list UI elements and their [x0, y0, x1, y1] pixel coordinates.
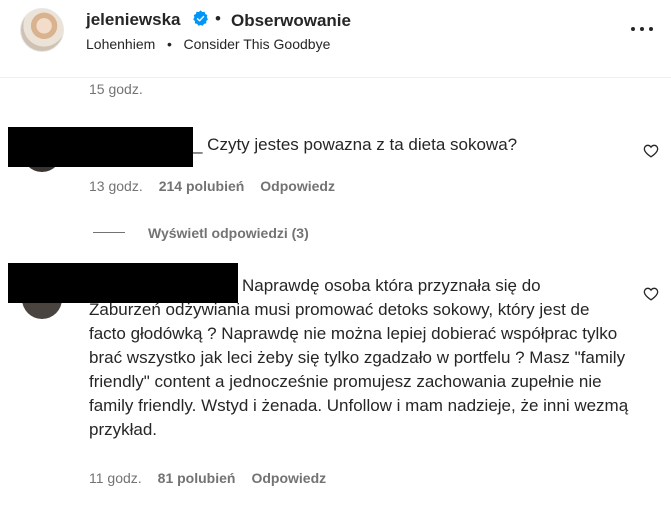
profile-avatar[interactable] [20, 8, 64, 52]
previous-comment-meta: 15 godz. [89, 81, 143, 97]
heart-icon[interactable] [643, 286, 659, 302]
redacted-username [8, 263, 238, 303]
header-username[interactable]: jeleniewska [86, 10, 181, 30]
audio-separator: • [166, 36, 172, 52]
post-header: jeleniewska • Obserwowanie Lohenhiem • C… [0, 0, 671, 78]
audio-info[interactable]: Lohenhiem • Consider This Goodbye [86, 36, 330, 52]
header-separator: • [215, 9, 221, 28]
comment-time: 15 godz. [89, 81, 143, 97]
follow-status-button[interactable]: Obserwowanie [231, 11, 351, 31]
comment-text: _ Czyty jestes powazna z ta dieta sokowa… [193, 135, 518, 154]
like-count[interactable]: 81 polubień [158, 470, 236, 486]
comment-text-first-line: Naprawdę osoba która przyznała się do [242, 276, 541, 295]
comment-meta: 13 godz. 214 polubień Odpowiedz [89, 178, 335, 194]
audio-title: Consider This Goodbye [183, 36, 331, 52]
comment-meta: 11 godz. 81 polubień Odpowiedz [89, 470, 326, 486]
comment-text: Zaburzeń odżywiania musi promować detoks… [89, 300, 629, 439]
heart-icon[interactable] [643, 143, 659, 159]
redacted-username [8, 127, 193, 167]
reply-button[interactable]: Odpowiedz [260, 178, 335, 194]
replies-divider [93, 232, 125, 233]
comment-time: 13 godz. [89, 178, 143, 194]
view-replies-button[interactable]: Wyświetl odpowiedzi (3) [148, 225, 309, 241]
like-count[interactable]: 214 polubień [159, 178, 245, 194]
comment-time: 11 godz. [89, 470, 142, 486]
audio-artist: Lohenhiem [86, 36, 156, 52]
verified-badge-icon [193, 10, 208, 26]
reply-button[interactable]: Odpowiedz [251, 470, 326, 486]
more-options-icon[interactable] [629, 20, 655, 36]
